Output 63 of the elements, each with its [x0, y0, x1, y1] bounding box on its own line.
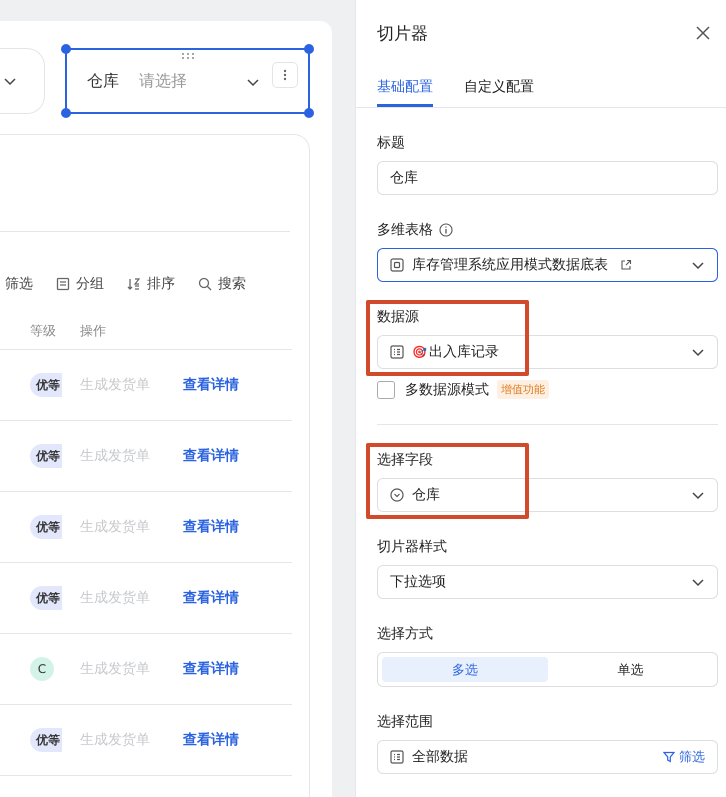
text-input[interactable]: 仓库	[377, 161, 718, 195]
column-header: 等级	[29, 323, 57, 340]
grade-tag: 优等	[30, 515, 62, 539]
field-value: 全部数据	[412, 748, 468, 766]
field-label: 切片器样式	[377, 538, 447, 556]
field-label: 标题	[377, 134, 405, 152]
search-icon	[198, 277, 212, 291]
list-icon	[390, 750, 404, 764]
premium-badge: 增值功能	[497, 380, 549, 399]
select-dropdown[interactable]: 仓库	[377, 478, 718, 512]
filter-link[interactable]: 筛选	[663, 748, 705, 766]
range-field[interactable]: 全部数据 筛选	[377, 740, 718, 774]
field-value: 下拉选项	[390, 573, 446, 591]
toolbar-button[interactable]: 搜索	[198, 275, 246, 293]
grade-tag: 优等	[30, 728, 62, 752]
checkbox-label: 多数据源模式	[405, 380, 489, 398]
column-header: 操作	[80, 323, 107, 340]
field-value: 出入库记录	[429, 343, 499, 361]
group-icon	[56, 277, 70, 291]
funnel-icon	[663, 751, 675, 763]
list-icon	[390, 345, 404, 359]
more-icon	[283, 69, 287, 81]
view-details-link[interactable]: 查看详情	[183, 447, 239, 465]
tab[interactable]: 自定义配置	[464, 66, 534, 107]
view-details-link[interactable]: 查看详情	[183, 660, 239, 678]
segment-option[interactable]: 多选	[382, 657, 548, 682]
grade-tag: 优等	[30, 444, 62, 468]
field-label: 选择字段	[377, 451, 433, 469]
select-dropdown[interactable]: 下拉选项	[377, 565, 718, 599]
close-icon	[696, 26, 710, 40]
field-label: 选择范围	[377, 713, 433, 731]
slicer-title: 仓库	[87, 70, 119, 92]
circle-chevron-icon	[390, 488, 404, 502]
panel-title: 切片器	[377, 22, 428, 44]
tab[interactable]: 基础配置	[377, 66, 433, 107]
toolbar-button[interactable]: 筛选	[5, 275, 33, 293]
resize-handle[interactable]	[61, 108, 71, 118]
resize-handle[interactable]	[61, 44, 71, 54]
field-label: 多维表格	[377, 221, 433, 239]
grade-tag: 优等	[30, 586, 62, 610]
resize-handle[interactable]	[304, 108, 314, 118]
select-dropdown[interactable]: 库存管理系统应用模式数据底表	[377, 248, 718, 282]
target-icon: 🎯	[412, 345, 427, 359]
view-details-link[interactable]: 查看详情	[183, 731, 239, 749]
grade-tag: C	[30, 657, 54, 681]
segment-option[interactable]: 单选	[548, 657, 713, 682]
sort-icon	[127, 277, 141, 291]
checkbox[interactable]	[377, 380, 395, 398]
toolbar-button[interactable]: 分组	[56, 275, 104, 293]
toolbar-button[interactable]: 排序	[127, 275, 175, 293]
view-details-link[interactable]: 查看详情	[183, 518, 239, 536]
slicer-placeholder: 请选择	[139, 70, 187, 92]
view-details-link[interactable]: 查看详情	[183, 589, 239, 607]
grade-tag: 优等	[30, 373, 62, 397]
select-dropdown[interactable]: 🎯出入库记录	[377, 335, 718, 369]
field-value: 仓库	[412, 486, 440, 504]
table-icon	[390, 258, 404, 272]
field-value: 库存管理系统应用模式数据底表	[412, 256, 608, 274]
view-details-link[interactable]: 查看详情	[183, 376, 239, 394]
drag-handle-icon	[180, 52, 196, 60]
resize-handle[interactable]	[304, 44, 314, 54]
field-label: 选择方式	[377, 625, 433, 643]
field-label: 数据源	[377, 308, 419, 326]
